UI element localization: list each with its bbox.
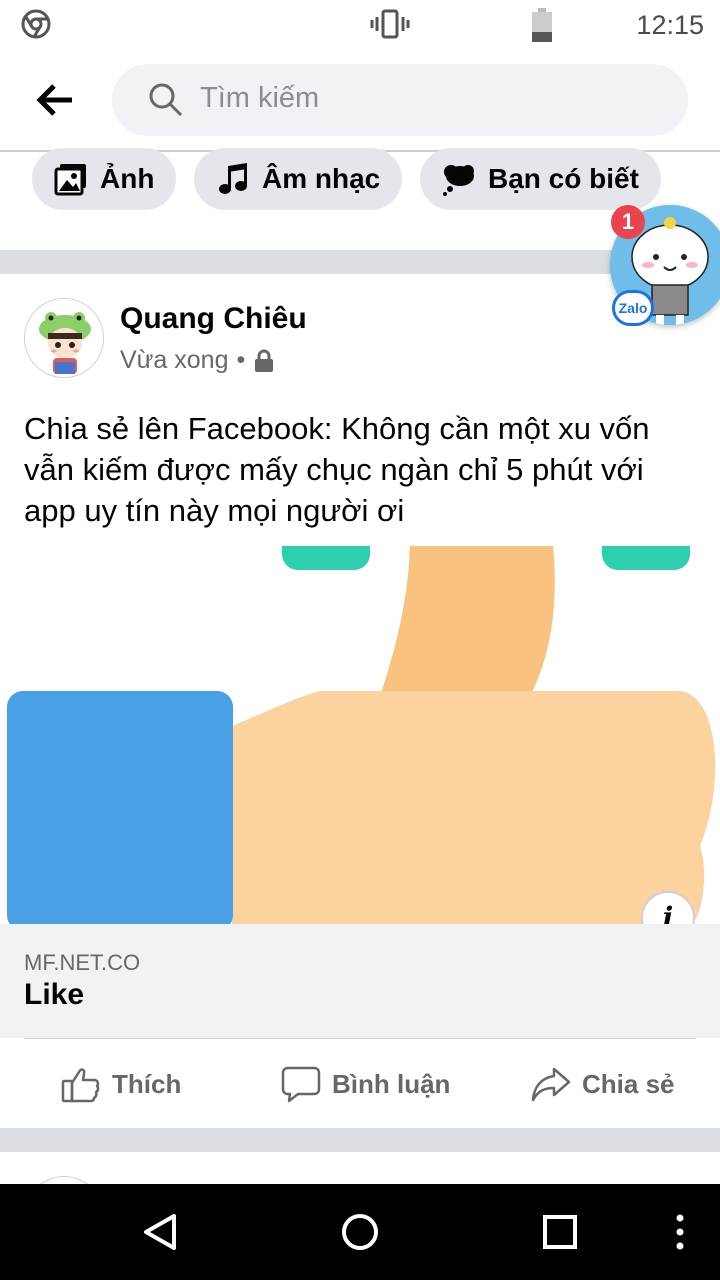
comment-icon: [281, 1066, 321, 1103]
action-divider: [24, 1038, 696, 1039]
vibrate-icon: [370, 9, 410, 39]
chip-did-you-know[interactable]: Bạn có biết: [420, 148, 661, 210]
share-button[interactable]: Chia sẻ: [530, 1064, 675, 1104]
photo-icon: [54, 164, 86, 196]
post-meta: Vừa xong •: [120, 346, 275, 375]
search-header: Tìm kiếm: [0, 50, 720, 152]
battery-icon: [532, 8, 552, 42]
search-placeholder: Tìm kiếm: [200, 82, 320, 114]
next-post-avatar[interactable]: [24, 1176, 104, 1184]
search-icon: [149, 83, 183, 117]
home-nav-icon[interactable]: [340, 1212, 380, 1252]
comment-label: Bình luận: [332, 1068, 451, 1099]
chip-label: Bạn có biết: [488, 163, 639, 194]
author-avatar[interactable]: [24, 298, 104, 378]
like-button[interactable]: Thích: [60, 1064, 181, 1104]
thumbs-up-icon: [61, 1068, 100, 1103]
post-text: Chia sẻ lên Facebook: Không cần một xu v…: [24, 411, 650, 528]
thought-bubble-icon: [443, 165, 474, 196]
meta-separator: •: [236, 346, 246, 374]
filter-chip-row: Ảnh Âm nhạc Bạn có biết: [0, 148, 720, 250]
share-label: Chia sẻ: [582, 1068, 675, 1099]
avatar-illustration: [25, 299, 103, 377]
chip-music[interactable]: Âm nhạc: [194, 148, 403, 210]
chip-photos[interactable]: Ảnh: [32, 148, 177, 210]
chip-label: Ảnh: [100, 163, 155, 194]
more-options-icon[interactable]: [672, 1212, 688, 1252]
link-preview-footer[interactable]: MF.NET.CO Like: [0, 924, 720, 1038]
feed-post: Quang Chiêu Vừa xong • Chia sẻ lên Faceb…: [0, 274, 720, 1128]
search-input[interactable]: Tìm kiếm: [112, 64, 688, 136]
link-preview-image[interactable]: [0, 546, 720, 924]
thumbs-up-illustration: [7, 546, 716, 924]
section-divider: [0, 1128, 720, 1152]
lock-icon: [255, 349, 274, 372]
post-time: Vừa xong: [120, 346, 229, 374]
chrome-icon: [21, 9, 51, 39]
back-arrow-icon[interactable]: [30, 80, 80, 120]
share-icon: [531, 1067, 571, 1102]
system-nav-bar: [0, 1184, 720, 1280]
chip-label: Âm nhạc: [262, 163, 381, 194]
music-note-icon: [219, 163, 247, 194]
comment-button[interactable]: Bình luận: [280, 1064, 450, 1104]
link-domain: MF.NET.CO: [24, 950, 141, 975]
author-name[interactable]: Quang Chiêu: [120, 302, 307, 336]
notification-badge: 1: [611, 205, 645, 239]
status-bar: 12:15: [0, 0, 720, 50]
recents-nav-icon[interactable]: [542, 1214, 578, 1250]
zalo-logo: Zalo: [612, 290, 654, 326]
back-nav-icon[interactable]: [140, 1212, 180, 1252]
like-label: Thích: [112, 1068, 182, 1099]
status-time: 12:15: [636, 10, 704, 40]
link-title: Like: [24, 978, 85, 1011]
next-post-peek: [0, 1152, 720, 1184]
